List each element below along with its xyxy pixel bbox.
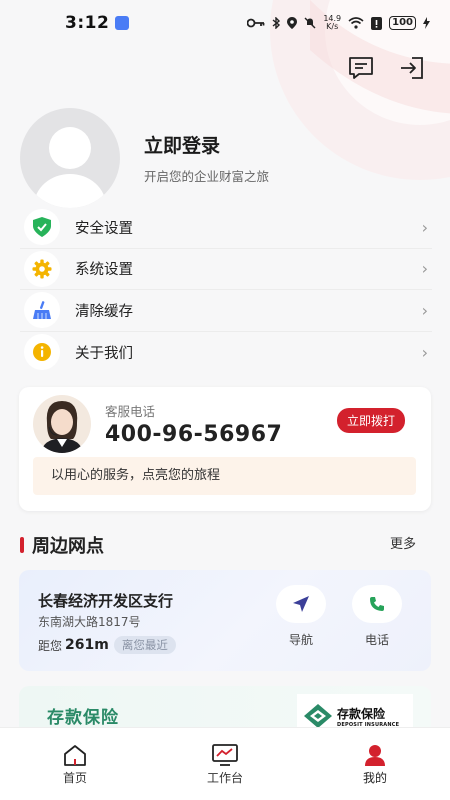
deposit-title: 存款保险 <box>47 708 119 728</box>
section-accent-bar <box>20 537 24 553</box>
network-speed: 14.9 K/s <box>323 14 342 31</box>
info-icon <box>33 343 51 362</box>
wifi-icon <box>348 17 364 29</box>
default-avatar-icon <box>34 127 106 208</box>
deposit-insurance-emblem-icon <box>304 704 332 728</box>
monitor-icon <box>212 744 238 766</box>
service-phone-label: 客服电话 <box>105 404 156 419</box>
mute-icon <box>304 17 316 29</box>
menu-item-system[interactable]: 系统设置 › <box>20 249 432 290</box>
avatar[interactable] <box>20 108 120 208</box>
charging-icon <box>423 17 430 29</box>
phone-icon <box>370 597 384 611</box>
tab-home[interactable]: 首页 <box>0 728 150 800</box>
sim-alert-icon <box>371 16 383 30</box>
login-link[interactable]: 立即登录 <box>144 131 269 158</box>
gear-icon <box>32 259 52 279</box>
nearby-section-title: 周边网点 <box>20 532 104 558</box>
service-slogan: 以用心的服务，点亮您的旅程 <box>33 457 416 495</box>
menu-item-clear-cache[interactable]: 清除缓存 › <box>20 290 432 332</box>
chevron-right-icon: › <box>421 342 428 362</box>
chevron-right-icon: › <box>421 259 428 279</box>
profile-subtitle: 开启您的企业财富之旅 <box>144 169 270 184</box>
battery-level: 100 <box>389 16 416 30</box>
notification-badge-icon <box>115 16 130 30</box>
menu-item-about[interactable]: 关于我们 › <box>20 332 432 374</box>
user-icon <box>365 745 385 766</box>
agent-avatar <box>33 395 91 453</box>
broom-icon <box>33 301 51 320</box>
tab-mine[interactable]: 我的 <box>300 728 450 800</box>
profile-header[interactable]: 立即登录 开启您的企业财富之旅 <box>20 108 269 208</box>
nearest-badge: 离您最近 <box>113 636 176 654</box>
customer-service-card: 客服电话 400-96-56967 立即拨打 以用心的服务，点亮您的旅程 <box>19 387 431 511</box>
navigation-arrow-icon <box>293 596 309 612</box>
branch-distance: 距您 261m 离您最近 <box>38 636 176 654</box>
menu-item-label: 系统设置 <box>75 262 133 279</box>
branch-name: 长春经济开发区支行 <box>38 592 174 610</box>
menu-item-security[interactable]: 安全设置 › <box>20 207 432 249</box>
call-now-button[interactable]: 立即拨打 <box>336 408 405 433</box>
chevron-right-icon: › <box>421 300 428 320</box>
branch-call-button[interactable]: 电话 <box>351 585 403 648</box>
branch-address: 东南湖大路1817号 <box>38 615 141 629</box>
bluetooth-icon <box>272 17 281 29</box>
key-icon <box>247 18 265 28</box>
service-phone-number: 400-96-56967 <box>105 422 283 447</box>
branch-card[interactable]: 长春经济开发区支行 东南湖大路1817号 距您 261m 离您最近 导航 电话 <box>19 570 431 671</box>
menu-item-label: 关于我们 <box>75 345 133 362</box>
menu-item-label: 安全设置 <box>75 220 133 237</box>
shield-icon <box>33 217 51 238</box>
home-icon <box>64 745 86 766</box>
login-exit-icon[interactable] <box>398 56 424 80</box>
settings-menu: 安全设置 › 系统设置 › 清除缓存 › 关于我们 › <box>20 207 432 373</box>
navigate-button[interactable]: 导航 <box>275 585 327 648</box>
message-icon[interactable] <box>348 56 374 80</box>
status-bar: 3:12 14.9 K/s 100 <box>0 0 450 46</box>
more-link[interactable]: 更多 <box>390 533 416 552</box>
tab-workbench[interactable]: 工作台 <box>150 728 300 800</box>
location-icon <box>287 17 298 29</box>
menu-item-label: 清除缓存 <box>75 303 133 320</box>
profile-page: 3:12 14.9 K/s 100 立即登录 开启您的企业财富之旅 安全设置 ›… <box>0 0 450 800</box>
bottom-tab-bar: 首页 工作台 我的 <box>0 727 450 800</box>
chevron-right-icon: › <box>421 217 428 237</box>
status-time: 3:12 <box>65 13 110 33</box>
